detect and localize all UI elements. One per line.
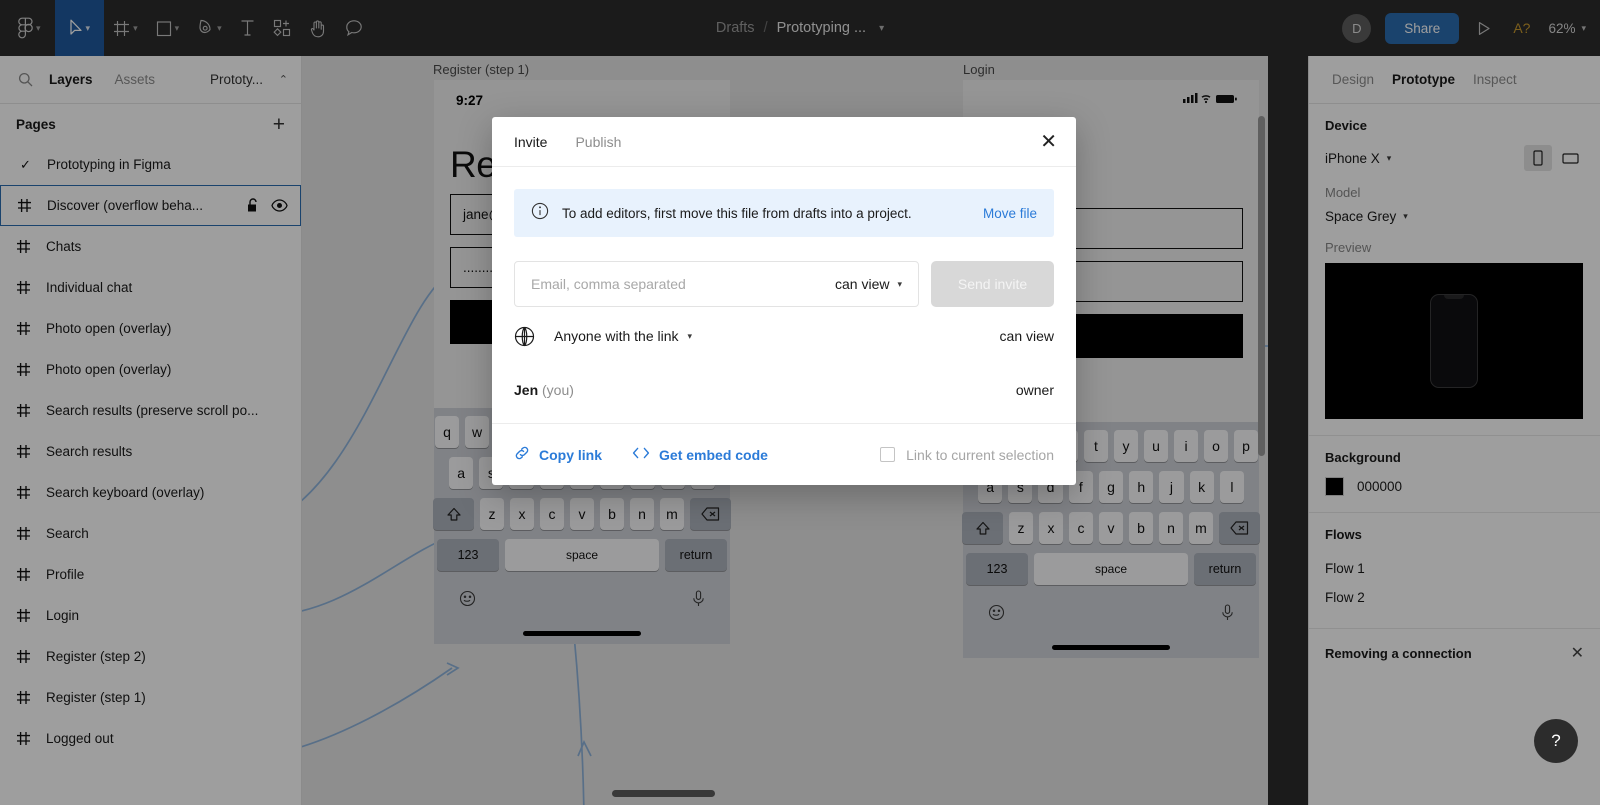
- info-banner: To add editors, first move this file fro…: [514, 189, 1054, 237]
- invite-row: can view ▾ Send invite: [514, 261, 1054, 307]
- copy-link-button[interactable]: Copy link: [514, 445, 602, 464]
- person-row: Jen (you) owner: [514, 365, 1054, 415]
- invite-permission-value: can view: [835, 276, 889, 292]
- link-permission-value[interactable]: can view: [1000, 328, 1054, 344]
- share-modal: Invite Publish ✕ To add editors, first m…: [492, 117, 1076, 485]
- send-invite-button[interactable]: Send invite: [931, 261, 1054, 307]
- move-file-link[interactable]: Move file: [983, 206, 1037, 221]
- share-modal-header: Invite Publish ✕: [492, 117, 1076, 167]
- copy-link-label: Copy link: [539, 447, 602, 463]
- figma-app-window: ▾ ▾ ▾ ▾: [0, 0, 1600, 805]
- email-input[interactable]: [531, 276, 835, 292]
- info-banner-text: To add editors, first move this file fro…: [562, 206, 970, 221]
- chevron-down-icon: ▾: [688, 332, 693, 341]
- tab-publish[interactable]: Publish: [575, 134, 621, 150]
- link-to-selection-checkbox-row[interactable]: Link to current selection: [880, 447, 1054, 463]
- person-name: Jen (you): [514, 382, 574, 398]
- close-icon[interactable]: ✕: [1040, 132, 1057, 152]
- code-icon: [632, 446, 650, 463]
- link-to-selection-label: Link to current selection: [906, 447, 1054, 463]
- checkbox[interactable]: [880, 447, 895, 462]
- share-modal-body: To add editors, first move this file fro…: [492, 167, 1076, 415]
- link-scope-select[interactable]: Anyone with the link ▾: [554, 328, 692, 344]
- link-access-row: Anyone with the link ▾ can view: [514, 307, 1054, 365]
- email-input-wrapper: can view ▾: [514, 261, 919, 307]
- person-role: owner: [1016, 382, 1054, 398]
- link-scope-value: Anyone with the link: [554, 328, 679, 344]
- tab-invite[interactable]: Invite: [514, 134, 547, 150]
- globe-icon: [514, 326, 554, 347]
- person-you-label: (you): [542, 382, 574, 398]
- get-embed-code-button[interactable]: Get embed code: [632, 446, 768, 463]
- embed-label: Get embed code: [659, 447, 768, 463]
- info-icon: [531, 202, 549, 225]
- invite-permission-select[interactable]: can view ▾: [835, 276, 902, 292]
- chevron-down-icon: ▾: [897, 280, 902, 289]
- link-icon: [514, 445, 530, 464]
- help-button[interactable]: ?: [1534, 719, 1578, 763]
- share-modal-footer: Copy link Get embed code Link to current…: [492, 423, 1076, 485]
